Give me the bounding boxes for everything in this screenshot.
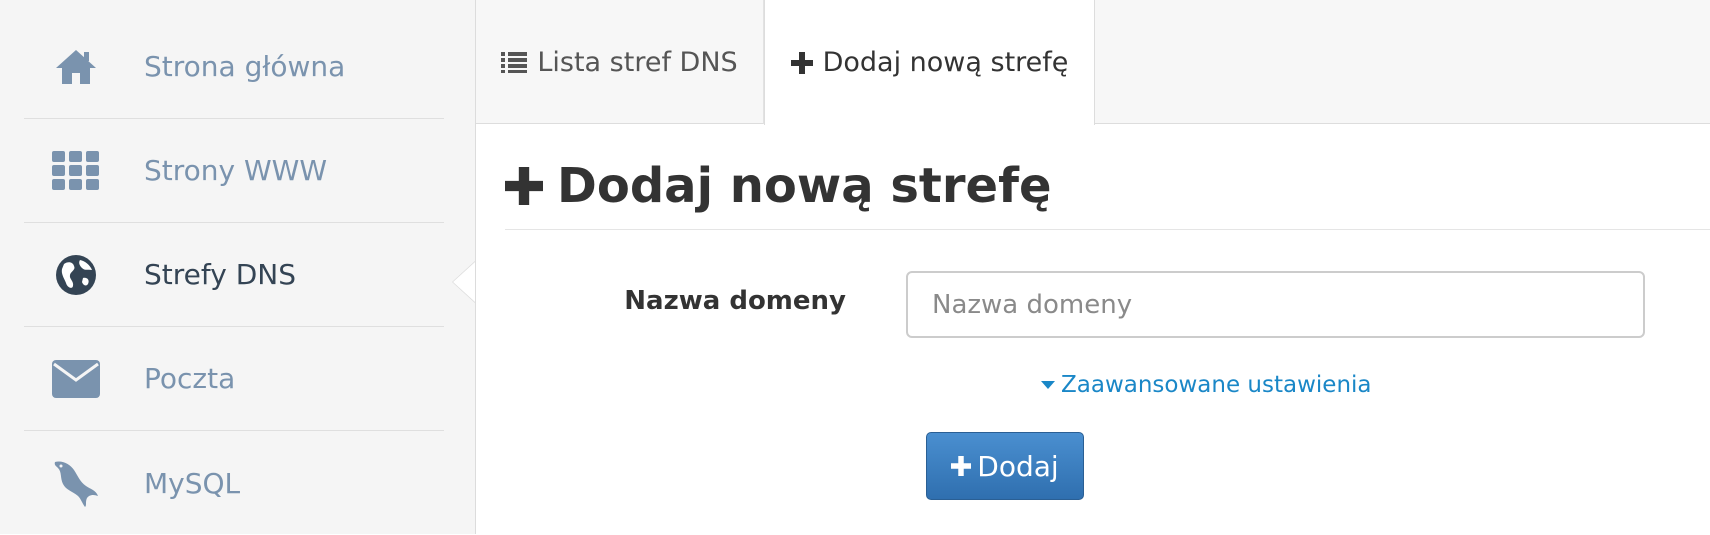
sidebar-item-mail[interactable]: Poczta bbox=[24, 327, 444, 431]
tab-bar: Lista stref DNS Dodaj nową strefę bbox=[476, 0, 1710, 125]
sidebar-item-label: Strefy DNS bbox=[144, 258, 296, 291]
title-divider bbox=[505, 229, 1710, 230]
domain-name-label: Nazwa domeny bbox=[624, 286, 846, 316]
list-icon bbox=[501, 52, 528, 73]
envelope-icon bbox=[50, 353, 102, 405]
sidebar-item-dns[interactable]: Strefy DNS bbox=[24, 223, 444, 327]
tab-label: Dodaj nową strefę bbox=[822, 47, 1069, 78]
plus-icon bbox=[505, 167, 543, 205]
sidebar: Strona główna Strony WWW Strefy DNS Pocz… bbox=[0, 0, 476, 534]
sidebar-item-label: Strona główna bbox=[144, 50, 346, 83]
globe-icon bbox=[50, 249, 102, 301]
caret-down-icon bbox=[1041, 381, 1055, 389]
advanced-settings-label: Zaawansowane ustawienia bbox=[1061, 372, 1372, 398]
advanced-settings-link[interactable]: Zaawansowane ustawienia bbox=[1041, 372, 1372, 398]
sidebar-item-home[interactable]: Strona główna bbox=[24, 15, 444, 119]
page-title: Dodaj nową strefę bbox=[505, 158, 1052, 214]
dolphin-icon bbox=[50, 457, 102, 509]
sidebar-item-label: Poczta bbox=[144, 362, 236, 395]
grid-icon bbox=[50, 145, 102, 197]
page-title-text: Dodaj nową strefę bbox=[557, 158, 1052, 214]
sidebar-item-www[interactable]: Strony WWW bbox=[24, 119, 444, 223]
active-pointer bbox=[453, 262, 475, 302]
plus-icon bbox=[790, 51, 813, 74]
sidebar-item-label: MySQL bbox=[144, 466, 241, 500]
plus-icon bbox=[951, 456, 972, 476]
home-icon bbox=[50, 41, 102, 93]
domain-name-input[interactable] bbox=[906, 271, 1645, 338]
add-button-label: Dodaj bbox=[977, 449, 1059, 483]
tab-add-zone[interactable]: Dodaj nową strefę bbox=[764, 0, 1095, 125]
sidebar-item-label: Strony WWW bbox=[144, 154, 328, 187]
tab-dns-list[interactable]: Lista stref DNS bbox=[476, 0, 764, 124]
add-button[interactable]: Dodaj bbox=[926, 432, 1084, 500]
sidebar-item-mysql[interactable]: MySQL bbox=[24, 431, 444, 535]
tab-label: Lista stref DNS bbox=[537, 46, 738, 78]
